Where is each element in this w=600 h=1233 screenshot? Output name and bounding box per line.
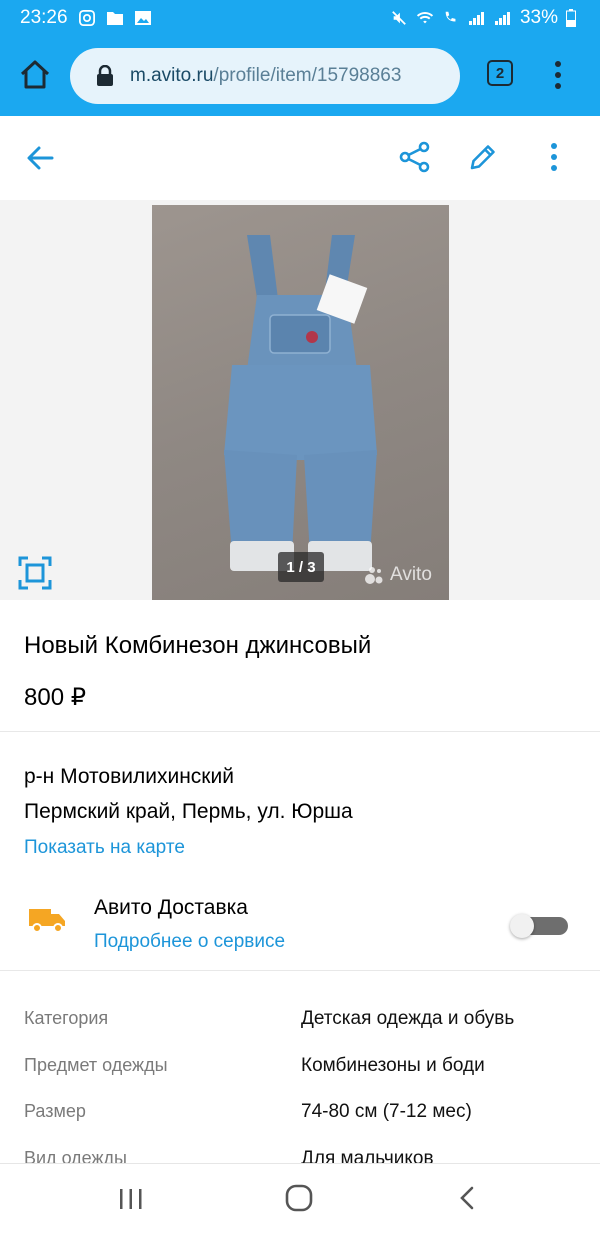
status-bar: 23:26 33% [0, 0, 600, 36]
nav-back-icon[interactable] [456, 1186, 478, 1210]
avito-watermark: Avito [364, 564, 432, 586]
browser-toolbar: m.avito.ru/profile/item/15798863 2 [0, 36, 600, 116]
param-label: Размер [24, 1101, 86, 1121]
recent-apps-icon[interactable] [118, 1188, 144, 1210]
system-nav-bar [0, 1163, 600, 1233]
lock-icon [97, 65, 113, 86]
product-photo[interactable] [152, 205, 449, 600]
param-row: Категория Детская одежда и обувь [0, 1008, 600, 1054]
watermark-text: Avito [390, 564, 432, 585]
district-text: р-н Мотовилихинский [24, 765, 234, 788]
wifi-call-icon [445, 11, 456, 22]
more-options-icon[interactable] [546, 140, 562, 174]
wifi-icon [416, 12, 434, 24]
delivery-truck-icon [29, 909, 65, 933]
share-icon[interactable] [398, 140, 432, 174]
delivery-info-link[interactable]: Подробнее о сервисе [94, 931, 285, 953]
param-value: Комбинезоны и боди [301, 1055, 485, 1076]
overalls-image [224, 235, 377, 571]
address-bar[interactable]: m.avito.ru/profile/item/15798863 [70, 48, 460, 104]
browser-menu-icon[interactable] [550, 58, 566, 92]
delivery-title: Авито Доставка [94, 896, 248, 919]
divider [0, 970, 600, 971]
address-text: Пермский край, Пермь, ул. Юрша [24, 800, 353, 823]
tab-count: 2 [495, 64, 505, 82]
folder-icon [106, 12, 123, 25]
app-header [0, 116, 600, 201]
photo-counter: 1 / 3 [278, 552, 324, 582]
status-time: 23:26 [20, 7, 68, 28]
delivery-toggle[interactable] [510, 914, 568, 938]
listing-title: Новый Комбинезон джинсовый [24, 632, 372, 659]
param-label: Категория [24, 1008, 109, 1028]
back-arrow-icon[interactable] [24, 142, 56, 174]
url-path: /profile/item/15798863 [213, 65, 402, 86]
home-icon[interactable] [18, 58, 52, 92]
param-row: Размер 74-80 см (7-12 мес) [0, 1101, 600, 1147]
instagram-icon [78, 10, 95, 26]
url-host: m.avito.ru [130, 65, 214, 86]
home-button-icon[interactable] [285, 1184, 313, 1212]
signal-icon [468, 12, 484, 25]
param-value: 74-80 см (7-12 мес) [301, 1101, 472, 1122]
gallery-icon [134, 11, 151, 25]
photo-gallery[interactable]: 1 / 3 Avito [0, 200, 600, 600]
param-value: Детская одежда и обувь [301, 1008, 515, 1029]
toggle-knob [510, 914, 534, 938]
fullscreen-icon[interactable] [18, 556, 52, 590]
url-text: m.avito.ru/profile/item/15798863 [130, 65, 401, 87]
battery-percent: 33% [519, 7, 558, 28]
tabs-button[interactable]: 2 [487, 60, 513, 86]
signal-icon-2 [494, 12, 510, 25]
param-label: Предмет одежды [24, 1055, 168, 1075]
divider [0, 731, 600, 732]
param-row: Предмет одежды Комбинезоны и боди [0, 1055, 600, 1101]
show-on-map-link[interactable]: Показать на карте [24, 837, 185, 859]
avito-logo-icon [365, 567, 383, 584]
listing-price: 800 ₽ [24, 684, 86, 711]
edit-pencil-icon[interactable] [466, 140, 500, 174]
mute-icon [392, 11, 406, 25]
battery-icon [566, 9, 576, 27]
